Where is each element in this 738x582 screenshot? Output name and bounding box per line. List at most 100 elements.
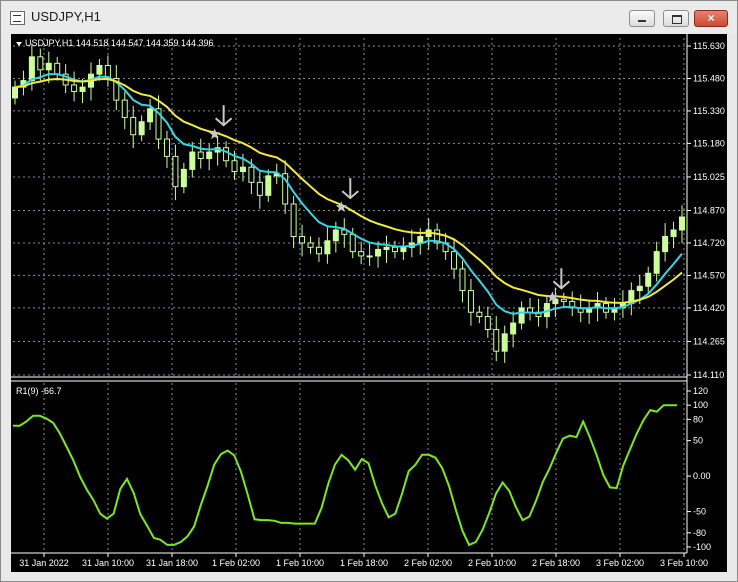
bearish-candle <box>290 203 297 237</box>
bullish-candle <box>375 248 382 257</box>
bullish-candle <box>138 121 145 136</box>
price-tick-label: 114.265 <box>693 336 725 346</box>
time-tick-label: 1 Feb 18:00 <box>340 558 388 568</box>
bullish-candle <box>645 272 652 287</box>
bearish-candle <box>459 268 466 292</box>
time-tick-label: 1 Feb 02:00 <box>212 558 260 568</box>
price-tick-label: 114.420 <box>693 303 725 313</box>
time-tick-label: 1 Feb 10:00 <box>276 558 324 568</box>
time-tick-label: 3 Feb 02:00 <box>596 558 644 568</box>
bullish-candle <box>400 246 407 253</box>
rsi-tick-label: 80 <box>693 414 703 424</box>
rsi-line <box>13 404 677 547</box>
down-arrow-icon <box>214 105 233 127</box>
slow-moving-average-line <box>14 77 683 304</box>
rsi-tick-label: -50 <box>693 507 706 517</box>
bearish-candle <box>130 116 137 136</box>
bullish-candle <box>670 229 677 237</box>
signal-markers <box>208 105 571 303</box>
bearish-candle <box>484 316 491 331</box>
price-tick-label: 115.180 <box>693 138 725 148</box>
price-panel-label: USDJPY,H1 144.518 144.547 144.359 144.39… <box>25 38 214 48</box>
bearish-candle <box>231 160 238 173</box>
bearish-candle <box>256 181 263 196</box>
time-tick-label: 31 Jan 10:00 <box>82 558 134 568</box>
bullish-candle <box>147 108 154 123</box>
bullish-candle <box>206 151 213 160</box>
chart-window: USDJPY,H1 × 115.630 115.480 115.330 115.180… <box>0 0 738 582</box>
time-tick-label: 2 Feb 10:00 <box>468 558 516 568</box>
time-tick-label: 31 Jan 18:00 <box>146 558 198 568</box>
price-tick-label: 115.480 <box>693 73 725 83</box>
bearish-candle <box>197 151 204 160</box>
bullish-candle <box>324 240 331 255</box>
time-tick-label: 3 Feb 10:00 <box>660 558 708 568</box>
star-icon <box>208 128 221 140</box>
rsi-tick-label: -100 <box>693 542 711 552</box>
grid-lines <box>13 38 685 551</box>
price-axis-ticks: 115.630 115.480 115.330 115.180 115.025 114.8… <box>687 41 725 380</box>
price-tick-label: 114.570 <box>693 270 725 280</box>
bearish-candle <box>493 329 500 352</box>
bullish-candle <box>12 86 18 99</box>
price-tick-label: 114.870 <box>693 206 725 216</box>
bullish-candle <box>180 168 187 188</box>
bearish-candle <box>299 235 306 244</box>
bullish-candle <box>28 56 35 82</box>
bullish-candle <box>653 251 660 274</box>
time-tick-label: 2 Feb 02:00 <box>404 558 452 568</box>
bullish-candle <box>96 64 103 75</box>
bullish-candle <box>79 86 86 92</box>
time-tick-label: 2 Feb 18:00 <box>532 558 580 568</box>
bullish-candle <box>501 333 508 352</box>
candles <box>12 43 685 363</box>
rsi-tick-label: 50 <box>693 436 703 446</box>
bearish-candle <box>248 166 255 183</box>
bearish-candle <box>391 246 398 253</box>
bearish-candle <box>358 251 365 257</box>
bearish-candle <box>467 290 474 313</box>
down-arrow-icon <box>341 178 359 200</box>
bearish-candle <box>307 242 314 248</box>
price-tick-label: 115.025 <box>693 172 725 182</box>
time-axis-ticks: 31 Jan 2022 31 Jan 10:00 31 Jan 18:00 1 Feb… <box>19 553 708 568</box>
bullish-candle <box>636 285 643 292</box>
bearish-candle <box>172 155 179 188</box>
bearish-candle <box>223 147 230 162</box>
price-tick-label: 115.330 <box>693 106 725 116</box>
rsi-tick-label: 100 <box>693 400 708 410</box>
bullish-candle <box>510 322 517 335</box>
rsi-tick-label: -80 <box>693 528 706 538</box>
time-tick-label: 31 Jan 2022 <box>19 558 69 568</box>
bearish-candle <box>560 298 567 302</box>
bullish-candle <box>662 235 669 253</box>
bearish-candle <box>54 62 61 75</box>
rsi-axis-ticks: 120 100 80 50 0.00 -50 -80 -100 <box>687 386 711 552</box>
price-tick-label: 114.110 <box>693 370 724 380</box>
bullish-candle <box>518 307 525 324</box>
chart-svg[interactable]: 115.630 115.480 115.330 115.180 115.025 114.8… <box>1 1 737 581</box>
bearish-candle <box>163 138 170 157</box>
bullish-candle <box>679 216 685 231</box>
bullish-candle <box>332 229 339 242</box>
dropdown-triangle-icon[interactable] <box>16 42 22 46</box>
bullish-candle <box>265 175 272 196</box>
bullish-candle <box>45 62 52 71</box>
bearish-candle <box>121 99 128 118</box>
price-tick-label: 114.720 <box>693 238 725 248</box>
bullish-candle <box>189 151 196 170</box>
bearish-candle <box>37 56 44 71</box>
bearish-candle <box>349 233 356 253</box>
bearish-candle <box>315 246 322 255</box>
bullish-candle <box>366 255 373 258</box>
bullish-candle <box>383 246 390 250</box>
bearish-candle <box>71 84 78 92</box>
price-tick-label: 115.630 <box>693 41 725 51</box>
bearish-candle <box>451 251 458 270</box>
bullish-candle <box>239 166 246 173</box>
bearish-candle <box>476 311 483 318</box>
rsi-tick-label: 120 <box>693 386 708 396</box>
rsi-panel-label: R1(9) -66.7 <box>16 386 62 396</box>
fast-moving-average-line <box>14 73 683 315</box>
rsi-tick-label: 0.00 <box>693 471 711 481</box>
